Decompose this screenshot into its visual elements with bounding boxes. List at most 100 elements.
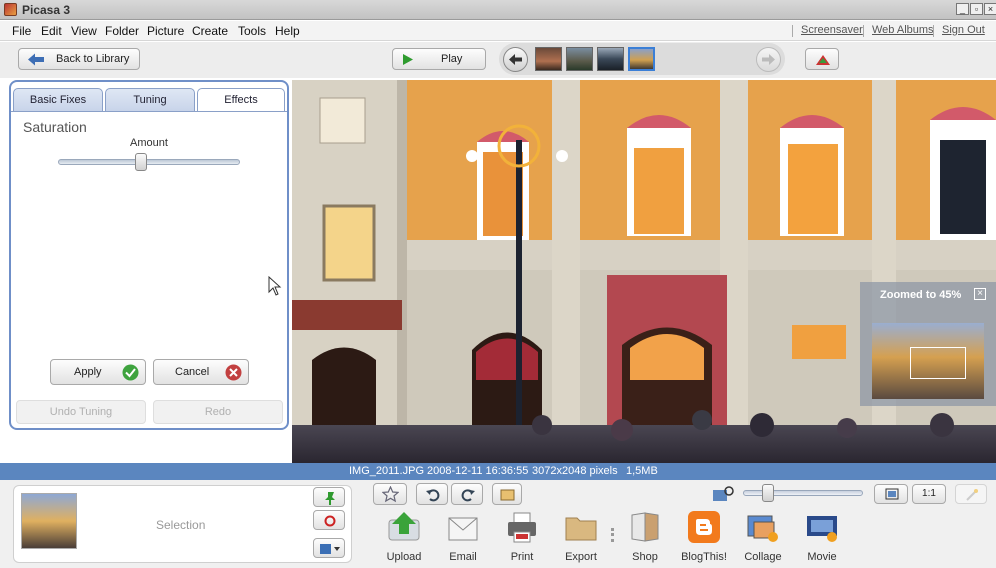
close-icon[interactable]: × — [984, 3, 996, 15]
collage-button[interactable]: Collage — [735, 510, 791, 563]
star-icon — [382, 486, 399, 503]
tab-basic-fixes[interactable]: Basic Fixes — [13, 88, 103, 112]
datetime-text: 2008-12-11 16:36:55 — [427, 465, 529, 477]
filesize-text: 1,5MB — [626, 465, 658, 477]
rotate-right-button[interactable] — [451, 483, 483, 505]
export-folder-icon — [565, 517, 597, 541]
email-icon — [448, 517, 478, 541]
zoom-slider-track[interactable] — [743, 484, 863, 502]
menu-file[interactable]: File — [12, 24, 31, 38]
menu-create[interactable]: Create — [192, 24, 228, 38]
back-to-library-label: Back to Library — [56, 53, 130, 65]
web-albums-link[interactable]: Web Albums — [872, 24, 934, 36]
back-arrow-icon — [28, 53, 44, 66]
rotate-right-icon — [461, 489, 475, 502]
window-title: Picasa 3 — [22, 3, 71, 17]
movie-icon — [807, 516, 837, 542]
caption-button[interactable] — [492, 483, 522, 505]
export-button[interactable]: Export — [553, 510, 609, 563]
filename-text: IMG_2011.JPG — [349, 465, 424, 477]
collage-icon — [747, 515, 778, 542]
selection-label: Selection — [156, 518, 206, 532]
filmstrip-thumbnail[interactable] — [535, 47, 562, 71]
red-circle-icon — [324, 515, 336, 527]
magic-wand-icon — [966, 489, 978, 501]
menu-picture[interactable]: Picture — [147, 24, 184, 38]
tab-tuning[interactable]: Tuning — [105, 88, 195, 112]
fit-window-icon — [885, 488, 899, 500]
movie-button[interactable]: Movie — [794, 510, 850, 563]
tab-divider — [11, 111, 287, 112]
zoom-viewport-box[interactable] — [910, 347, 966, 379]
selection-thumbnail[interactable] — [21, 493, 77, 549]
zoom-icon[interactable] — [712, 485, 736, 503]
play-icon — [403, 54, 413, 65]
amount-slider-track[interactable] — [58, 153, 240, 171]
amount-slider-thumb[interactable] — [134, 153, 147, 171]
mouse-cursor-icon — [268, 276, 282, 296]
checkmark-icon — [122, 364, 139, 381]
photo-viewer[interactable]: Zoomed to 45% × — [292, 80, 996, 463]
menu-view[interactable]: View — [71, 24, 97, 38]
email-button[interactable]: Email — [435, 510, 491, 563]
export-label: Export — [565, 551, 597, 563]
play-label: Play — [441, 53, 463, 65]
minimize-icon[interactable]: _ — [956, 3, 969, 15]
blogger-icon — [688, 511, 720, 543]
cancel-button[interactable]: Cancel — [153, 359, 249, 385]
clear-selection-button[interactable] — [313, 510, 345, 530]
menu-separator — [863, 25, 864, 37]
next-photo-button[interactable] — [756, 47, 781, 72]
edit-in-picnik-button[interactable] — [805, 48, 839, 70]
back-to-library-button[interactable]: Back to Library — [18, 48, 140, 70]
zoom-thumbnail[interactable] — [872, 323, 984, 399]
previous-photo-button[interactable] — [503, 47, 528, 72]
redo-button[interactable]: Redo — [153, 400, 283, 424]
edit-panel: Basic Fixes Tuning Effects Saturation Am… — [9, 80, 289, 430]
tab-effects[interactable]: Effects — [197, 88, 285, 112]
menu-folder[interactable]: Folder — [105, 24, 139, 38]
filmstrip-thumbnail-selected[interactable] — [628, 47, 655, 71]
green-pin-icon — [325, 492, 335, 505]
play-button[interactable]: Play — [392, 48, 486, 70]
email-label: Email — [449, 551, 477, 563]
arrow-right-icon — [762, 54, 775, 65]
filmstrip-thumbnail[interactable] — [597, 47, 624, 71]
close-zoom-icon[interactable]: × — [974, 288, 986, 300]
hold-pin-button[interactable] — [313, 487, 345, 507]
photo-info-bar: IMG_2011.JPG 2008-12-11 16:36:55 3072x20… — [0, 463, 996, 480]
print-label: Print — [510, 551, 534, 563]
collage-label: Collage — [744, 551, 782, 563]
menu-help[interactable]: Help — [275, 24, 300, 38]
zoom-slider-thumb[interactable] — [762, 484, 774, 502]
shop-button[interactable]: Shop — [617, 510, 673, 563]
menu-edit[interactable]: Edit — [41, 24, 62, 38]
arrow-left-icon — [509, 54, 522, 65]
caption-icon — [500, 489, 515, 501]
add-to-album-button[interactable] — [313, 538, 345, 558]
star-button[interactable] — [373, 483, 407, 505]
screensaver-link[interactable]: Screensaver — [801, 24, 863, 36]
print-button[interactable]: Print — [494, 510, 550, 563]
top-toolbar — [0, 42, 996, 78]
album-dropdown-icon — [320, 544, 340, 554]
actual-size-button[interactable]: 1:1 — [912, 484, 946, 504]
sign-out-link[interactable]: Sign Out — [942, 24, 985, 36]
rotate-left-icon — [426, 489, 440, 502]
filmstrip-thumbnail[interactable] — [566, 47, 593, 71]
upload-button[interactable]: Upload — [376, 510, 432, 563]
menu-tools[interactable]: Tools — [238, 24, 266, 38]
undo-tuning-button[interactable]: Undo Tuning — [16, 400, 146, 424]
zoom-level-text: Zoomed to 45% — [880, 289, 962, 301]
apply-label: Apply — [74, 366, 102, 378]
menu-bar: File Edit View Folder Picture Create Too… — [0, 21, 996, 41]
rotate-left-button[interactable] — [416, 483, 448, 505]
apply-button[interactable]: Apply — [50, 359, 146, 385]
blogthis-label: BlogThis! — [681, 551, 727, 563]
blogthis-button[interactable]: BlogThis! — [676, 510, 732, 563]
cancel-label: Cancel — [175, 366, 210, 378]
fit-to-window-button[interactable] — [874, 484, 908, 504]
restore-icon[interactable]: ▫ — [970, 3, 983, 15]
disabled-tool-button[interactable] — [955, 484, 987, 504]
cancel-x-icon — [225, 364, 242, 381]
